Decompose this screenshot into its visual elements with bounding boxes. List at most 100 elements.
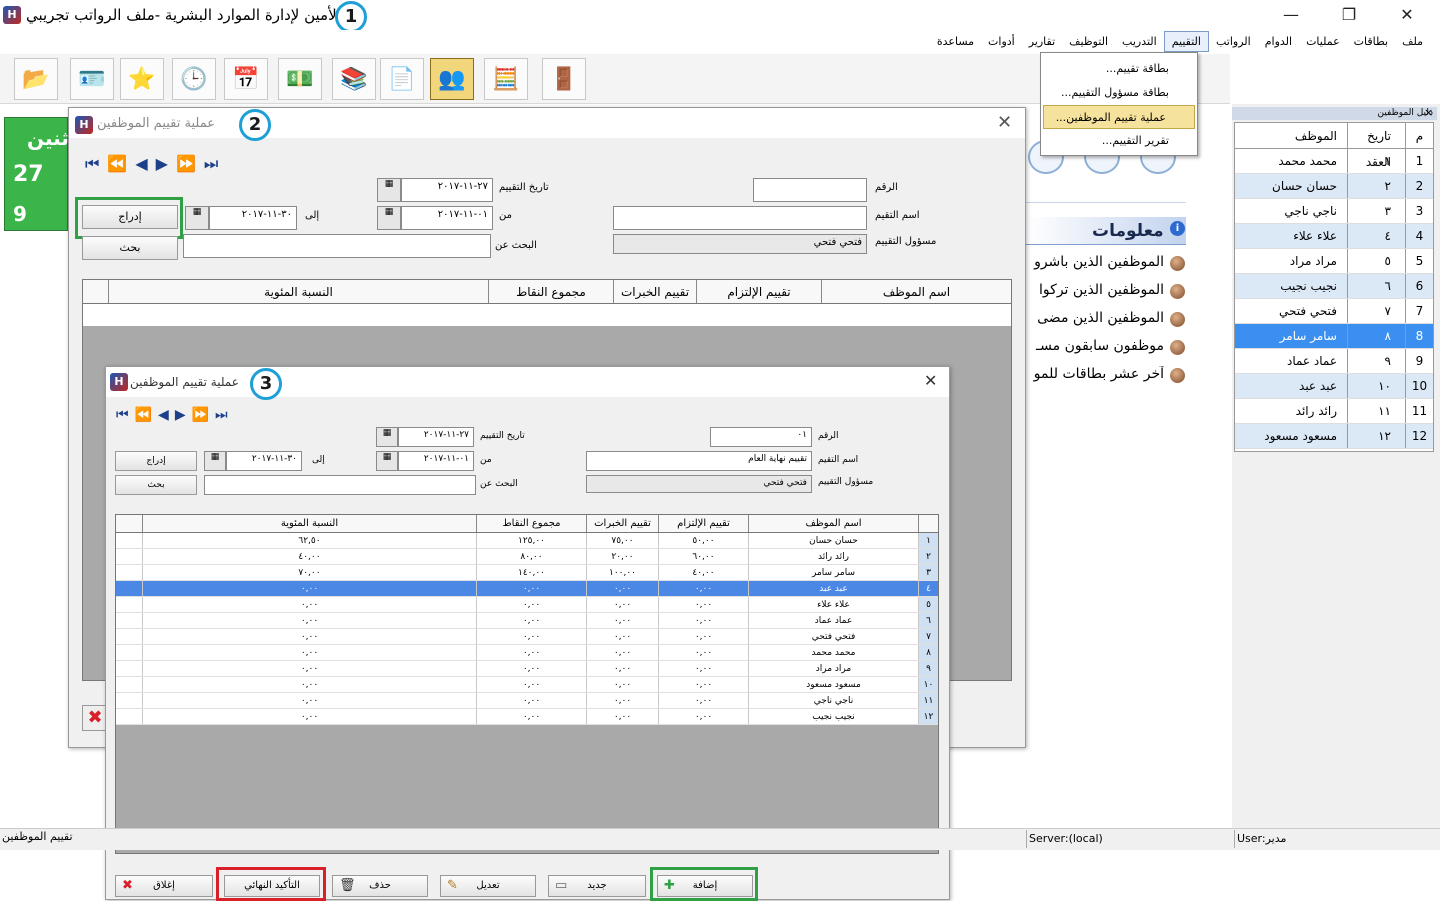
cell-commit[interactable]: ٠,٠٠ bbox=[658, 613, 748, 628]
cell-pct[interactable]: ٠,٠٠ bbox=[142, 645, 476, 660]
table-row[interactable]: ٤ عبد عبد ٠,٠٠ ٠,٠٠ ٠,٠٠ ٠,٠٠ bbox=[116, 581, 938, 597]
cell-commit[interactable]: ٠,٠٠ bbox=[658, 709, 748, 724]
employee-guide-close-icon[interactable]: × bbox=[1424, 106, 1433, 119]
cell-name[interactable]: عماد عماد bbox=[748, 613, 918, 628]
eval-date-input[interactable]: ٢٧-١١-٢٠١٧ bbox=[398, 427, 474, 447]
cell-pct[interactable]: ٠,٠٠ bbox=[142, 693, 476, 708]
books-icon[interactable]: 📚 bbox=[332, 58, 376, 100]
cell-commit[interactable]: ٠,٠٠ bbox=[658, 629, 748, 644]
menu-item-8[interactable]: تقارير bbox=[1022, 32, 1062, 51]
cell-pct[interactable]: ٤٠,٠٠ bbox=[142, 549, 476, 564]
cell-exp[interactable]: ٠,٠٠ bbox=[586, 709, 658, 724]
info-link-2[interactable]: الموظفين الذين مضى bbox=[1026, 310, 1164, 326]
cell-name[interactable]: مراد مراد bbox=[748, 661, 918, 676]
next-record-icon[interactable]: ▶ bbox=[175, 407, 192, 423]
cell-commit[interactable]: ٠,٠٠ bbox=[658, 693, 748, 708]
number-input[interactable]: ٠١ bbox=[710, 427, 812, 447]
cell-exp[interactable]: ٠,٠٠ bbox=[586, 677, 658, 692]
clock-icon[interactable]: 🕒 bbox=[172, 58, 216, 100]
edit-button[interactable]: تعديل ✎ bbox=[440, 875, 536, 897]
menu-item-10[interactable]: مساعدة bbox=[930, 32, 981, 51]
cell-exp[interactable]: ٠,٠٠ bbox=[586, 645, 658, 660]
cell-exp[interactable]: ١٠٠,٠٠ bbox=[586, 565, 658, 580]
cell-name[interactable]: مسعود مسعود bbox=[748, 677, 918, 692]
to-calendar-icon[interactable]: ▦ bbox=[185, 206, 209, 230]
employee-row[interactable]: 6 ٦ نجيب نجيب bbox=[1235, 274, 1433, 299]
info-link-1[interactable]: الموظفين الذين تركوا bbox=[1026, 282, 1164, 298]
dialog-close-icon[interactable]: ✕ bbox=[924, 371, 937, 390]
maximize-button[interactable]: ❐ bbox=[1334, 4, 1364, 26]
dropdown-item-0[interactable]: بطاقة تقييم... bbox=[1041, 57, 1197, 81]
grid-col-3[interactable]: مجموع النقاط bbox=[476, 515, 586, 532]
cell-pct[interactable]: ٠,٠٠ bbox=[142, 709, 476, 724]
employee-card-icon[interactable]: 🪪 bbox=[70, 58, 114, 100]
cell-total[interactable]: ٠,٠٠ bbox=[476, 581, 586, 596]
cell-name[interactable]: حسان حسان bbox=[748, 533, 918, 548]
grid-col-1[interactable]: تقييم الإلتزام bbox=[658, 515, 748, 532]
cell-total[interactable]: ٠,٠٠ bbox=[476, 677, 586, 692]
from-calendar-icon[interactable]: ▦ bbox=[377, 206, 401, 230]
grid-col-1[interactable]: تقييم الإلتزام bbox=[696, 280, 821, 303]
cell-exp[interactable]: ٧٥,٠٠ bbox=[586, 533, 658, 548]
cell-total[interactable]: ٠,٠٠ bbox=[476, 661, 586, 676]
employee-row[interactable]: 2 ٢ حسان حسان bbox=[1235, 174, 1433, 199]
table-row[interactable]: ٦ عماد عماد ٠,٠٠ ٠,٠٠ ٠,٠٠ ٠,٠٠ bbox=[116, 613, 938, 629]
eval-officer-select[interactable]: فتحي فتحي bbox=[613, 234, 867, 254]
calculator-icon[interactable]: 🧮 bbox=[484, 58, 528, 100]
cell-total[interactable]: ٨٠,٠٠ bbox=[476, 549, 586, 564]
grid-col-4[interactable]: النسبة المئوية bbox=[108, 280, 488, 303]
insert-button[interactable]: إدراج bbox=[82, 205, 178, 229]
employee-row[interactable]: 7 ٧ فتحي فتحي bbox=[1235, 299, 1433, 324]
new-button[interactable]: جديد ▭ bbox=[548, 875, 646, 897]
schedule-icon[interactable]: 📅 bbox=[224, 58, 268, 100]
cell-exp[interactable]: ٠,٠٠ bbox=[586, 613, 658, 628]
dropdown-item-2[interactable]: عملية تقييم الموظفين... bbox=[1043, 105, 1195, 129]
cell-commit[interactable]: ٦٠,٠٠ bbox=[658, 549, 748, 564]
menu-item-9[interactable]: أدوات bbox=[981, 32, 1022, 51]
grid-col-4[interactable]: النسبة المئوية bbox=[142, 515, 476, 532]
grid-col-0[interactable]: اسم الموظف bbox=[821, 280, 1011, 303]
col-num[interactable]: م bbox=[1405, 123, 1433, 148]
cell-total[interactable]: ٠,٠٠ bbox=[476, 597, 586, 612]
prev-page-icon[interactable]: ⏪ bbox=[107, 154, 135, 173]
cell-name[interactable]: ناجي ناجي bbox=[748, 693, 918, 708]
app-icon[interactable]: H bbox=[3, 6, 21, 24]
last-record-icon[interactable]: ⏭ bbox=[215, 407, 234, 423]
employee-row[interactable]: 4 ٤ علاء علاء bbox=[1235, 224, 1433, 249]
cell-total[interactable]: ١٢٥,٠٠ bbox=[476, 533, 586, 548]
cell-total[interactable]: ٠,٠٠ bbox=[476, 645, 586, 660]
cell-total[interactable]: ٠,٠٠ bbox=[476, 709, 586, 724]
search-input[interactable] bbox=[183, 234, 491, 258]
employee-row[interactable]: 8 ٨ سامر سامر bbox=[1235, 324, 1433, 349]
search-button[interactable]: بحث bbox=[82, 236, 178, 260]
dialog-close-icon[interactable]: ✕ bbox=[997, 112, 1012, 133]
delete-button[interactable]: حذف 🗑 bbox=[332, 875, 428, 897]
next-page-icon[interactable]: ⏩ bbox=[192, 407, 215, 423]
table-row[interactable]: ٨ محمد محمد ٠,٠٠ ٠,٠٠ ٠,٠٠ ٠,٠٠ bbox=[116, 645, 938, 661]
cell-exp[interactable]: ٢٠,٠٠ bbox=[586, 549, 658, 564]
grid-col-2[interactable]: تقييم الخبرات bbox=[613, 280, 696, 303]
cell-name[interactable]: عبد عبد bbox=[748, 581, 918, 596]
menu-item-0[interactable]: ملف bbox=[1395, 32, 1430, 51]
menu-item-4[interactable]: الرواتب bbox=[1209, 32, 1258, 51]
employee-row[interactable]: 11 ١١ رائد رائد bbox=[1235, 399, 1433, 424]
first-record-icon[interactable]: ⏮ bbox=[116, 407, 135, 423]
table-row[interactable]: ١٢ نجيب نجيب ٠,٠٠ ٠,٠٠ ٠,٠٠ ٠,٠٠ bbox=[116, 709, 938, 725]
cell-name[interactable]: سامر سامر bbox=[748, 565, 918, 580]
eval-name-input[interactable] bbox=[613, 206, 867, 230]
info-link-3[interactable]: موظفون سابقون مسـ bbox=[1026, 338, 1164, 354]
cell-exp[interactable]: ٠,٠٠ bbox=[586, 581, 658, 596]
eval-officer-select[interactable]: فتحي فتحي bbox=[586, 475, 812, 493]
employee-row[interactable]: 5 ٥ مراد مراد bbox=[1235, 249, 1433, 274]
table-row[interactable]: ١٠ مسعود مسعود ٠,٠٠ ٠,٠٠ ٠,٠٠ ٠,٠٠ bbox=[116, 677, 938, 693]
employee-row[interactable]: 10 ١٠ عبد عبد bbox=[1235, 374, 1433, 399]
from-calendar-icon[interactable]: ▦ bbox=[376, 451, 398, 471]
from-date-input[interactable]: ٠١-١١-٢٠١٧ bbox=[398, 451, 474, 471]
grid-col-3[interactable]: مجموع النقاط bbox=[488, 280, 613, 303]
from-date-input[interactable]: ٠١-١١-٢٠١٧ bbox=[401, 206, 493, 230]
to-date-input[interactable]: ٣٠-١١-٢٠١٧ bbox=[209, 206, 297, 230]
cell-pct[interactable]: ٠,٠٠ bbox=[142, 597, 476, 612]
table-row[interactable]: ٢ رائد رائد ٦٠,٠٠ ٢٠,٠٠ ٨٠,٠٠ ٤٠,٠٠ bbox=[116, 549, 938, 565]
cell-pct[interactable]: ٠,٠٠ bbox=[142, 629, 476, 644]
cell-pct[interactable]: ٠,٠٠ bbox=[142, 677, 476, 692]
